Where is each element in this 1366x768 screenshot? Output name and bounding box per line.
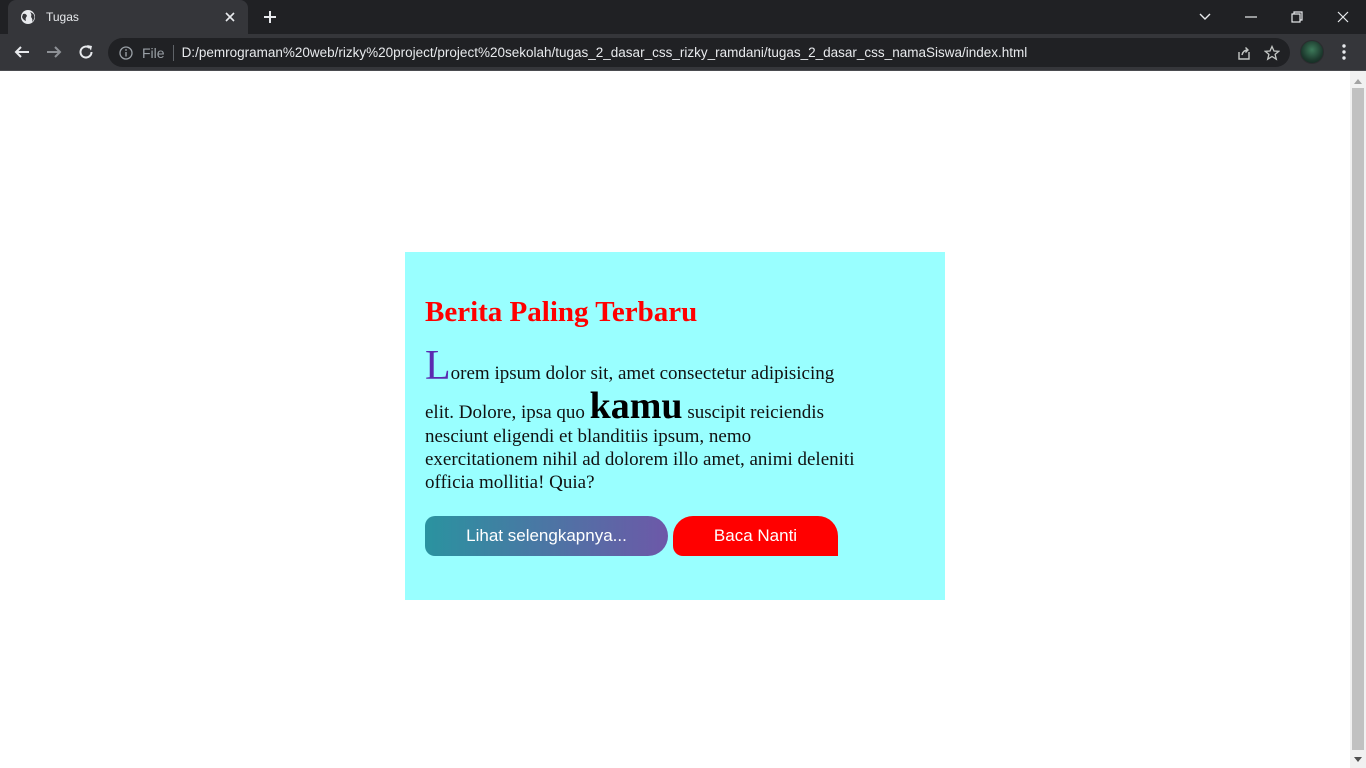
more-vertical-icon <box>1342 44 1346 60</box>
url-divider <box>172 44 174 61</box>
star-icon[interactable] <box>1258 39 1286 67</box>
profile-avatar[interactable] <box>1300 40 1324 64</box>
plus-icon <box>264 11 276 23</box>
page-title: Berita Paling Terbaru <box>425 296 698 328</box>
info-icon[interactable] <box>118 45 134 61</box>
tab-strip: Tugas <box>0 0 1366 34</box>
forward-button[interactable] <box>40 38 68 66</box>
tab-search-button[interactable] <box>1182 0 1228 34</box>
page-viewport: Berita Paling Terbaru Lorem ipsum dolor … <box>0 71 1350 768</box>
minimize-button[interactable] <box>1228 0 1274 34</box>
tab-tugas[interactable]: Tugas <box>8 0 248 34</box>
address-bar[interactable]: File D:/pemrograman%20web/rizky%20projec… <box>108 38 1290 67</box>
dropcap-letter: L <box>425 343 451 390</box>
minimize-icon <box>1245 16 1257 18</box>
restore-button[interactable] <box>1274 0 1320 34</box>
read-more-button[interactable]: Lihat selengkapnya... <box>425 516 668 557</box>
close-icon <box>1337 11 1349 23</box>
button-row: Lihat selengkapnya... Baca Nanti <box>425 516 925 557</box>
highlight-word: kamu <box>589 385 683 428</box>
scrollbar-thumb[interactable] <box>1352 88 1364 750</box>
vertical-scrollbar[interactable] <box>1350 71 1366 768</box>
reload-button[interactable] <box>72 38 100 66</box>
news-card: Berita Paling Terbaru Lorem ipsum dolor … <box>405 252 945 600</box>
share-icon[interactable] <box>1230 39 1258 67</box>
read-later-button[interactable]: Baca Nanti <box>673 516 838 557</box>
globe-icon <box>20 9 36 25</box>
close-window-button[interactable] <box>1320 0 1366 34</box>
arrow-right-icon <box>47 46 62 58</box>
chevron-down-icon <box>1199 13 1211 20</box>
url-scheme-label: File <box>142 44 165 61</box>
scroll-down-arrow-icon[interactable] <box>1350 751 1366 767</box>
arrow-left-icon <box>14 46 29 58</box>
new-tab-button[interactable] <box>258 5 282 29</box>
back-button[interactable] <box>8 38 36 66</box>
scroll-up-arrow-icon[interactable] <box>1350 73 1366 89</box>
restore-icon <box>1291 11 1303 23</box>
news-paragraph: Lorem ipsum dolor sit, amet consectetur … <box>425 345 865 494</box>
browser-toolbar: File D:/pemrograman%20web/rizky%20projec… <box>0 34 1366 71</box>
browser-menu-button[interactable] <box>1332 38 1356 66</box>
tab-title: Tugas <box>46 10 79 24</box>
url-text[interactable]: D:/pemrograman%20web/rizky%20project/pro… <box>182 45 1230 60</box>
reload-icon <box>79 45 93 59</box>
close-icon[interactable] <box>222 9 238 25</box>
